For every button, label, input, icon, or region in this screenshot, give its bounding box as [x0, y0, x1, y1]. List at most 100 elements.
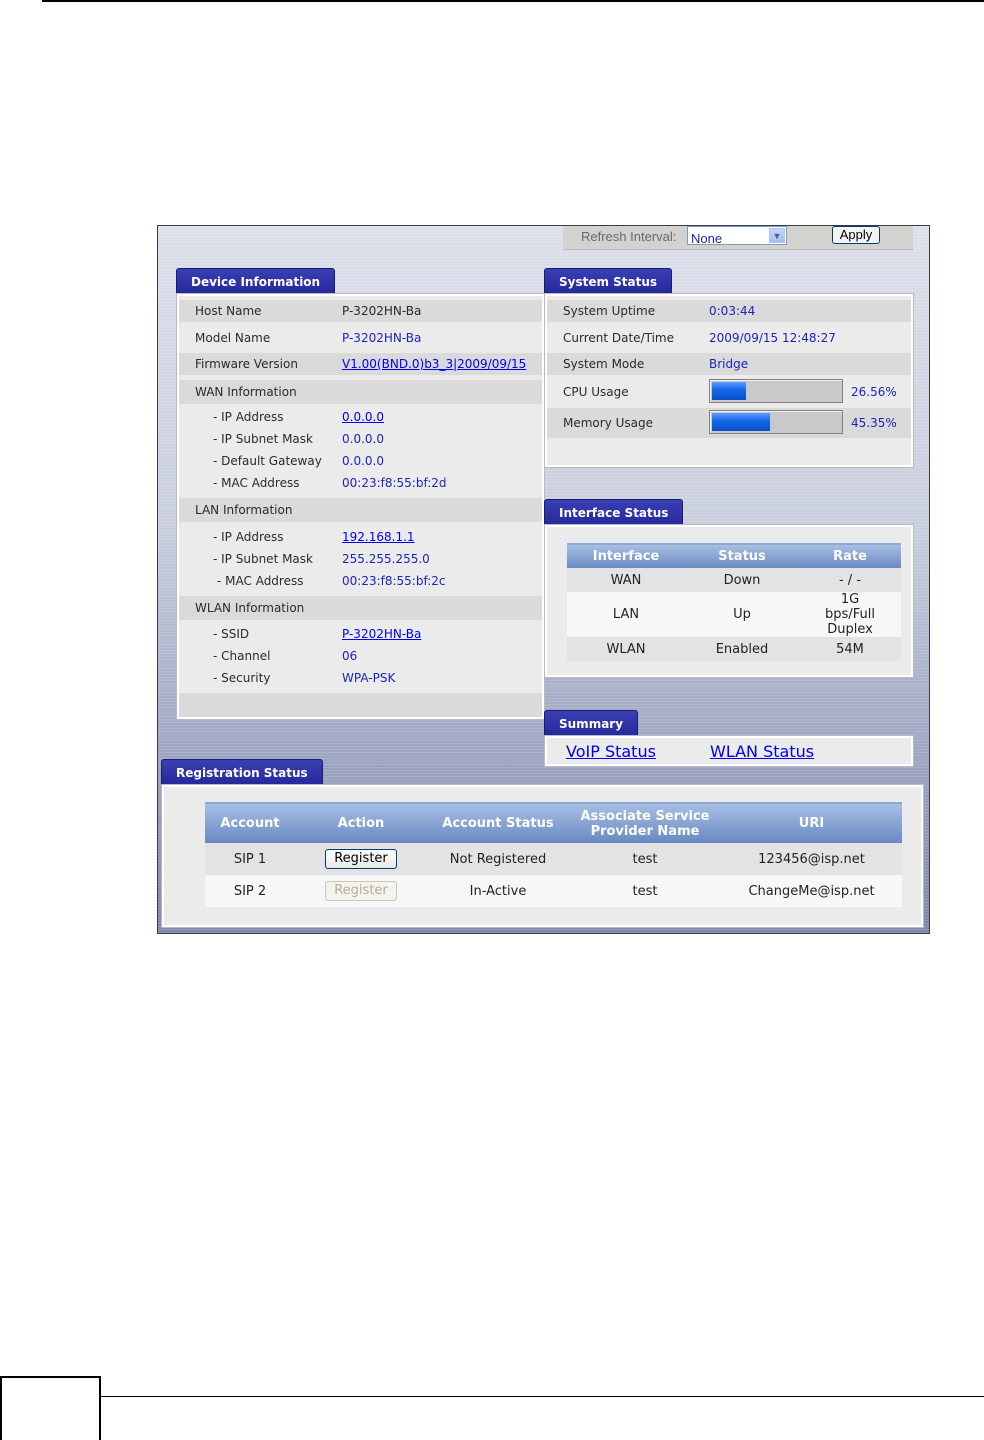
- refresh-bar: Refresh Interval: None ▼ Apply: [563, 226, 913, 250]
- lan-mask-row: - IP Subnet Mask 255.255.255.0: [179, 548, 542, 570]
- refresh-interval-label: Refresh Interval:: [581, 229, 677, 244]
- status-cell: Down: [685, 568, 799, 592]
- device-information-panel: Host Name P-3202HN-Ba Model Name P-3202H…: [177, 294, 544, 719]
- wan-gateway-row: - Default Gateway 0.0.0.0: [179, 450, 542, 472]
- wlan-information-header: WLAN Information: [179, 596, 542, 620]
- system-mode-value: Bridge: [709, 357, 749, 371]
- table-row: WLAN Enabled 54M: [567, 637, 901, 661]
- lan-ip-link[interactable]: 192.168.1.1: [342, 526, 415, 548]
- footer-rule: [100, 1396, 984, 1397]
- datetime-label: Current Date/Time: [563, 331, 674, 345]
- tab-system-status: System Status: [544, 268, 673, 294]
- cpu-usage-bar: [709, 379, 843, 403]
- cpu-usage-row: CPU Usage 26.56%: [547, 378, 911, 406]
- system-status-panel: System Uptime 0:03:44 Current Date/Time …: [545, 294, 913, 467]
- interface-status-table: Interface Status Rate WAN Down - / - LAN…: [567, 543, 901, 661]
- interface-cell: LAN: [567, 592, 685, 637]
- wan-gateway-label: - Default Gateway: [213, 454, 322, 468]
- refresh-interval-select[interactable]: None ▼: [687, 226, 787, 246]
- memory-usage-row: Memory Usage 45.35%: [547, 408, 911, 438]
- page-number-box: [0, 1376, 101, 1440]
- wan-gateway-value: 0.0.0.0: [342, 454, 384, 468]
- registration-header-account: Account: [205, 802, 295, 843]
- status-cell: Enabled: [685, 637, 799, 661]
- memory-usage-label: Memory Usage: [563, 416, 654, 430]
- table-row: WAN Down - / -: [567, 568, 901, 592]
- wlan-channel-label: - Channel: [213, 649, 271, 663]
- lan-mac-value: 00:23:f8:55:bf:2c: [342, 574, 446, 588]
- cpu-usage-fill: [712, 382, 746, 400]
- wan-mask-row: - IP Subnet Mask 0.0.0.0: [179, 428, 542, 450]
- chevron-down-icon[interactable]: ▼: [769, 228, 785, 243]
- wlan-security-row: - Security WPA-PSK: [179, 667, 542, 689]
- wlan-information-label: WLAN Information: [195, 601, 305, 615]
- tab-interface-status: Interface Status: [544, 499, 684, 525]
- header-rule: [42, 0, 984, 2]
- host-name-row: Host Name P-3202HN-Ba: [179, 300, 542, 322]
- rate-cell: 54M: [799, 637, 901, 661]
- status-screen: Refresh Interval: None ▼ Apply Device In…: [157, 225, 930, 934]
- rate-cell: - / -: [799, 568, 901, 592]
- wan-ip-link[interactable]: 0.0.0.0: [342, 406, 384, 428]
- voip-status-link[interactable]: VoIP Status: [566, 738, 656, 766]
- table-row: LAN Up 1G bps/Full Duplex: [567, 592, 901, 637]
- tab-summary: Summary: [544, 710, 639, 736]
- wlan-ssid-link[interactable]: P-3202HN-Ba: [342, 623, 421, 645]
- uri-cell: 123456@isp.net: [721, 843, 902, 875]
- wan-information-header: WAN Information: [179, 380, 542, 404]
- memory-usage-value: 45.35%: [851, 416, 897, 430]
- lan-mac-label: - MAC Address: [217, 574, 304, 588]
- wan-ip-label: - IP Address: [213, 410, 284, 424]
- action-cell: Register: [295, 875, 427, 907]
- account-cell: SIP 2: [205, 875, 295, 907]
- firmware-link[interactable]: V1.00(BND.0)b3_3|2009/09/15: [342, 353, 526, 375]
- registration-table: Account Action Account Status Associate …: [205, 802, 902, 907]
- lan-ip-label: - IP Address: [213, 530, 284, 544]
- wan-mac-value: 00:23:f8:55:bf:2d: [342, 476, 447, 490]
- interface-cell: WAN: [567, 568, 685, 592]
- uri-cell: ChangeMe@isp.net: [721, 875, 902, 907]
- register-button[interactable]: Register: [325, 849, 397, 869]
- provider-cell: test: [569, 875, 721, 907]
- interface-header-rate: Rate: [799, 543, 901, 568]
- wlan-status-link[interactable]: WLAN Status: [710, 738, 814, 766]
- wlan-security-label: - Security: [213, 671, 271, 685]
- memory-usage-bar: [709, 410, 843, 434]
- table-row: SIP 2 Register In-Active test ChangeMe@i…: [205, 875, 902, 907]
- account-status-cell: Not Registered: [427, 843, 569, 875]
- provider-cell: test: [569, 843, 721, 875]
- wlan-channel-value: 06: [342, 649, 358, 663]
- status-cell: Up: [685, 592, 799, 637]
- datetime-row: Current Date/Time 2009/09/15 12:48:27: [547, 327, 911, 349]
- rate-cell: 1G bps/Full Duplex: [799, 592, 901, 637]
- wlan-ssid-row: - SSID P-3202HN-Ba: [179, 623, 542, 645]
- datetime-value: 2009/09/15 12:48:27: [709, 331, 836, 345]
- apply-button[interactable]: Apply: [832, 226, 880, 244]
- interface-header-row: Interface Status Rate: [567, 543, 901, 568]
- uptime-label: System Uptime: [563, 304, 656, 318]
- wan-mac-label: - MAC Address: [213, 476, 300, 490]
- wlan-channel-row: - Channel 06: [179, 645, 542, 667]
- register-button-disabled[interactable]: Register: [325, 881, 397, 901]
- lan-information-label: LAN Information: [195, 503, 293, 517]
- device-information-footer: [179, 693, 542, 717]
- model-name-label: Model Name: [195, 331, 271, 345]
- firmware-label: Firmware Version: [195, 357, 298, 371]
- lan-mac-row: - MAC Address 00:23:f8:55:bf:2c: [179, 570, 542, 592]
- wan-ip-row: - IP Address 0.0.0.0: [179, 406, 542, 428]
- wlan-ssid-label: - SSID: [213, 627, 250, 641]
- summary-panel: VoIP Status WLAN Status: [545, 736, 913, 766]
- account-status-cell: In-Active: [427, 875, 569, 907]
- registration-status-panel: Account Action Account Status Associate …: [162, 785, 923, 927]
- memory-usage-fill: [712, 413, 770, 431]
- account-cell: SIP 1: [205, 843, 295, 875]
- host-name-label: Host Name: [195, 304, 262, 318]
- wan-information-label: WAN Information: [195, 385, 297, 399]
- cpu-usage-label: CPU Usage: [563, 385, 629, 399]
- wan-mac-row: - MAC Address 00:23:f8:55:bf:2d: [179, 472, 542, 494]
- registration-header-provider: Associate Service Provider Name: [569, 802, 721, 843]
- cpu-usage-value: 26.56%: [851, 385, 897, 399]
- registration-header-row: Account Action Account Status Associate …: [205, 802, 902, 843]
- wlan-security-value: WPA-PSK: [342, 671, 396, 685]
- lan-ip-row: - IP Address 192.168.1.1: [179, 526, 542, 548]
